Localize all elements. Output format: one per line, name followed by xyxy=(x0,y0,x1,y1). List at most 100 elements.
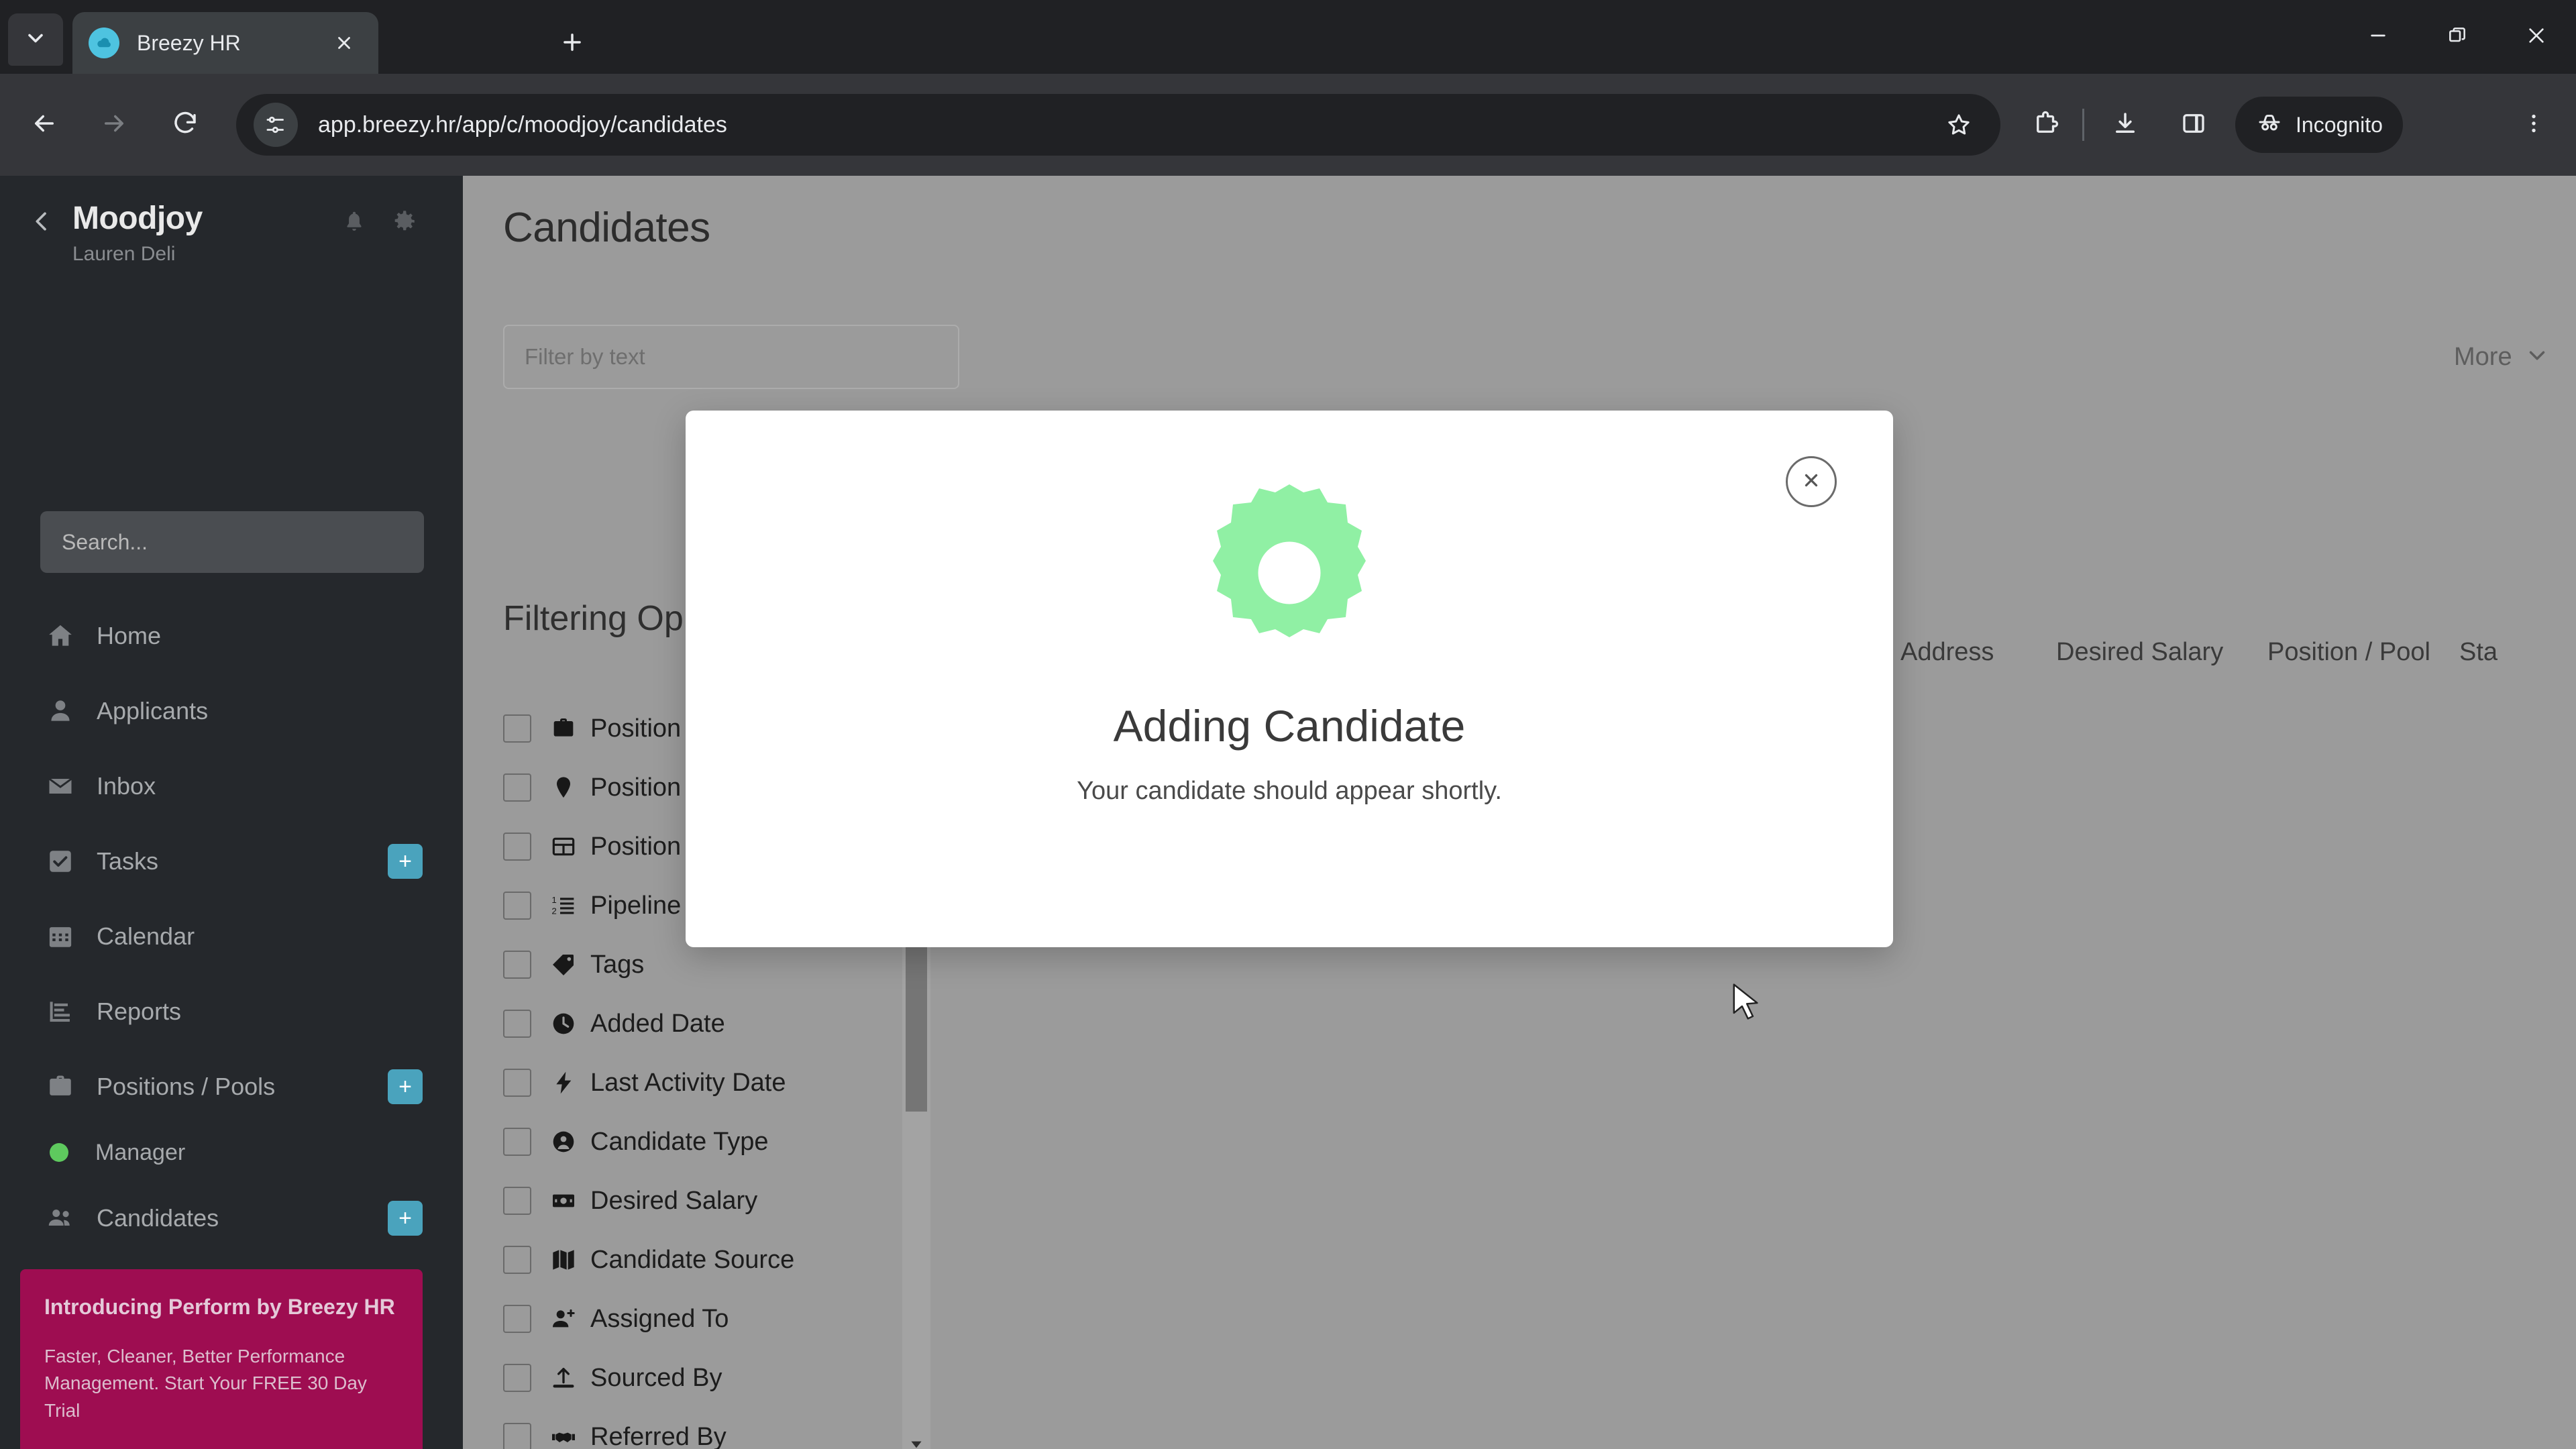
filter-checkbox[interactable] xyxy=(503,1128,531,1156)
chrome-menu-button[interactable] xyxy=(2512,99,2556,150)
filter-option-row[interactable]: Assigned To xyxy=(503,1289,919,1348)
tab-search-button[interactable] xyxy=(8,13,63,66)
add-position-button[interactable]: + xyxy=(388,1069,423,1104)
filter-option-row[interactable]: Added Date xyxy=(503,994,919,1053)
upload-icon xyxy=(546,1364,581,1391)
settings-button[interactable] xyxy=(384,203,424,243)
url-text: app.breezy.hr/app/c/moodjoy/candidates xyxy=(318,111,727,138)
add-task-button[interactable]: + xyxy=(388,844,423,879)
close-icon[interactable] xyxy=(326,25,362,61)
more-label: More xyxy=(2454,342,2512,371)
tune-icon[interactable] xyxy=(254,103,298,147)
chevron-left-icon xyxy=(28,208,55,238)
side-panel-icon xyxy=(2180,109,2208,141)
svg-text:2: 2 xyxy=(551,906,556,916)
sidebar-item-reports[interactable]: Reports xyxy=(0,974,463,1049)
sidebar-item-applicants[interactable]: Applicants xyxy=(0,674,463,749)
download-icon xyxy=(2111,109,2139,141)
user-name: Lauren Deli xyxy=(72,243,176,265)
column-header[interactable]: Sta xyxy=(2459,612,2498,692)
user-plus-icon xyxy=(546,1305,581,1332)
promo-title: Introducing Perform by Breezy HR xyxy=(44,1295,395,1319)
sidebar-item-home[interactable]: Home xyxy=(0,598,463,674)
filter-checkbox[interactable] xyxy=(503,1069,531,1097)
minimize-button[interactable] xyxy=(2339,0,2418,74)
side-panel-button[interactable] xyxy=(2168,99,2219,150)
sidebar-header: Moodjoy Lauren Deli xyxy=(0,176,463,290)
filter-option-row[interactable]: Candidate Source xyxy=(503,1230,919,1289)
page-title: Candidates xyxy=(503,205,710,251)
back-button[interactable] xyxy=(19,99,70,150)
column-header[interactable]: Address xyxy=(1900,612,1994,692)
filter-option-row[interactable]: Desired Salary xyxy=(503,1171,919,1230)
chevron-down-icon xyxy=(2512,343,2550,372)
modal-close-button[interactable] xyxy=(1786,456,1837,507)
briefcase-icon xyxy=(46,1072,82,1102)
incognito-hat-icon xyxy=(2255,108,2296,142)
sidebar-collapse-button[interactable] xyxy=(25,207,58,239)
address-bar[interactable]: app.breezy.hr/app/c/moodjoy/candidates xyxy=(236,94,2000,156)
filter-checkbox[interactable] xyxy=(503,773,531,802)
filter-option-row[interactable]: Candidate Type xyxy=(503,1112,919,1171)
extensions-icon xyxy=(2032,109,2060,141)
handshake-icon xyxy=(546,1424,581,1449)
filter-checkbox[interactable] xyxy=(503,951,531,979)
filter-checkbox[interactable] xyxy=(503,1187,531,1215)
maximize-button[interactable] xyxy=(2418,0,2497,74)
sidebar-item-label: Candidates xyxy=(97,1204,219,1232)
map-pin-icon xyxy=(546,774,581,801)
filter-checkbox[interactable] xyxy=(503,1305,531,1333)
sidebar-item-label: Calendar xyxy=(97,922,195,950)
filter-checkbox[interactable] xyxy=(503,1364,531,1392)
promo-banner[interactable]: Introducing Perform by Breezy HR Faster,… xyxy=(20,1269,423,1449)
filter-checkbox[interactable] xyxy=(503,1246,531,1274)
sidebar-item-label: Tasks xyxy=(97,847,159,875)
filter-option-row[interactable]: Sourced By xyxy=(503,1348,919,1407)
sidebar-item-positions-pools[interactable]: Positions / Pools + xyxy=(0,1049,463,1124)
filter-checkbox[interactable] xyxy=(503,892,531,920)
filter-checkbox[interactable] xyxy=(503,833,531,861)
filter-by-text-input[interactable] xyxy=(503,325,959,389)
sidebar-item-label: Applicants xyxy=(97,697,209,724)
extensions-button[interactable] xyxy=(2021,99,2072,150)
column-header[interactable]: Desired Salary xyxy=(2056,612,2223,692)
filter-checkbox[interactable] xyxy=(503,1010,531,1038)
minimize-icon xyxy=(2367,25,2389,50)
caret-down-icon[interactable] xyxy=(908,1436,925,1449)
tag-icon xyxy=(546,951,581,978)
money-icon xyxy=(546,1187,581,1214)
sidebar-item-label: Home xyxy=(97,622,162,649)
sidebar-item-tasks[interactable]: Tasks + xyxy=(0,824,463,899)
sidebar-item-calendar[interactable]: Calendar xyxy=(0,899,463,974)
chevron-down-icon xyxy=(23,26,48,54)
incognito-indicator[interactable]: Incognito xyxy=(2235,97,2403,153)
filter-checkbox[interactable] xyxy=(503,1423,531,1449)
close-window-button[interactable] xyxy=(2497,0,2576,74)
filter-option-row[interactable]: Referred By xyxy=(503,1407,919,1449)
filter-option-row[interactable]: Last Activity Date xyxy=(503,1053,919,1112)
ordered-list-icon: 1 2 xyxy=(546,892,581,919)
sidebar-item-label: Inbox xyxy=(97,772,156,800)
filter-checkbox[interactable] xyxy=(503,714,531,743)
downloads-button[interactable] xyxy=(2100,99,2151,150)
column-header[interactable]: Position / Pool xyxy=(2267,612,2430,692)
filter-option-label: Assigned To xyxy=(590,1304,729,1333)
new-tab-button[interactable] xyxy=(550,21,594,66)
arrow-right-icon xyxy=(100,109,128,141)
clock-icon xyxy=(546,1010,581,1037)
more-actions-button[interactable]: More xyxy=(2435,325,2569,389)
notifications-button[interactable] xyxy=(335,204,373,241)
sidebar-item-label: Reports xyxy=(97,998,182,1025)
organization-name: Moodjoy xyxy=(72,201,203,236)
sidebar-item-inbox[interactable]: Inbox xyxy=(0,749,463,824)
delete-button[interactable] xyxy=(2573,325,2576,389)
sidebar-subitem-manager[interactable]: Manager xyxy=(0,1124,463,1181)
sidebar-search-input[interactable] xyxy=(40,511,424,573)
star-icon[interactable] xyxy=(1935,101,1983,149)
add-candidate-button[interactable]: + xyxy=(388,1201,423,1236)
browser-tab[interactable]: Breezy HR xyxy=(72,12,378,74)
reload-button[interactable] xyxy=(160,99,211,150)
sidebar-item-candidates[interactable]: Candidates + xyxy=(0,1181,463,1256)
close-circle-icon xyxy=(1799,468,1823,496)
forward-button[interactable] xyxy=(89,99,140,150)
